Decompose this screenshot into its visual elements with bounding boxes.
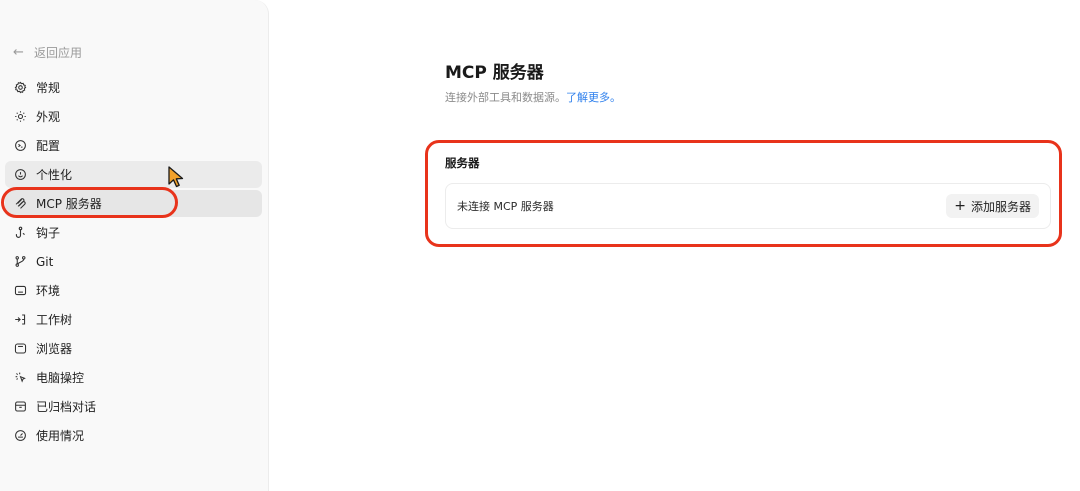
back-to-app-link[interactable]: ← 返回应用 [13, 43, 82, 61]
sidebar-item-label: 外观 [36, 110, 61, 124]
sidebar-item-label: 环境 [36, 284, 61, 298]
servers-card: 未连接 MCP 服务器 + 添加服务器 [445, 183, 1051, 229]
sidebar-item-general[interactable]: 常规 [5, 74, 262, 101]
page-subtitle: 连接外部工具和数据源。了解更多。 [445, 89, 621, 105]
sidebar-item-usage[interactable]: 使用情况 [5, 422, 262, 449]
sidebar-item-label: 个性化 [36, 168, 73, 182]
subtitle-text: 连接外部工具和数据源。 [445, 91, 566, 104]
mouse-cursor-icon [168, 166, 184, 188]
sidebar-item-label: 电脑操控 [36, 371, 85, 385]
sidebar-item-worktree[interactable]: 工作树 [5, 306, 262, 333]
main-content: MCP 服务器 连接外部工具和数据源。了解更多。 服务器 未连接 MCP 服务器… [270, 0, 1080, 491]
sidebar-item-environment[interactable]: 环境 [5, 277, 262, 304]
sidebar-item-label: 浏览器 [36, 342, 73, 356]
back-link-label: 返回应用 [34, 45, 83, 60]
browser-icon [13, 342, 27, 356]
hook-icon [13, 226, 27, 240]
sidebar-item-archived-chats[interactable]: 已归档对话 [5, 393, 262, 420]
gauge-icon [13, 429, 27, 443]
sidebar-item-hooks[interactable]: 钩子 [5, 219, 262, 246]
gear-icon [13, 81, 27, 95]
sun-icon [13, 110, 27, 124]
settings-sidebar: ← 返回应用 常规 外观 配置 个性化 MCP 服务器 钩子 Git 环境 工作… [0, 0, 269, 491]
cursor-sparkle-icon [13, 371, 27, 385]
sidebar-item-label: 工作树 [36, 313, 73, 327]
plus-icon: + [954, 198, 966, 214]
servers-section-title: 服务器 [445, 156, 480, 170]
sidebar-item-mcp-servers[interactable]: MCP 服务器 [5, 190, 262, 217]
arrow-left-icon: ← [13, 44, 24, 60]
sidebar-item-label: 配置 [36, 139, 61, 153]
personalize-icon [13, 168, 27, 182]
empty-state-text: 未连接 MCP 服务器 [457, 200, 554, 213]
add-server-button[interactable]: + 添加服务器 [946, 194, 1039, 218]
learn-more-link[interactable]: 了解更多。 [566, 91, 621, 104]
settings-window: ← 返回应用 常规 外观 配置 个性化 MCP 服务器 钩子 Git 环境 工作… [0, 0, 1080, 491]
terminal-window-icon [13, 284, 27, 298]
git-branch-icon [13, 255, 27, 269]
worktree-icon [13, 313, 27, 327]
sidebar-item-label: MCP 服务器 [36, 197, 102, 211]
add-server-label: 添加服务器 [970, 199, 1031, 214]
sidebar-item-personalization[interactable]: 个性化 [5, 161, 262, 188]
mcp-icon [13, 197, 27, 211]
sidebar-item-computer-use[interactable]: 电脑操控 [5, 364, 262, 391]
sidebar-item-appearance[interactable]: 外观 [5, 103, 262, 130]
sidebar-item-browser[interactable]: 浏览器 [5, 335, 262, 362]
settings-nav: 常规 外观 配置 个性化 MCP 服务器 钩子 Git 环境 工作树 浏览器 电… [5, 74, 262, 451]
sidebar-item-git[interactable]: Git [5, 248, 262, 275]
page-title: MCP 服务器 [445, 63, 544, 83]
sidebar-item-config[interactable]: 配置 [5, 132, 262, 159]
archive-icon [13, 400, 27, 414]
sidebar-item-label: 使用情况 [36, 429, 85, 443]
config-icon [13, 139, 27, 153]
sidebar-item-label: Git [36, 254, 54, 269]
sidebar-item-label: 钩子 [36, 226, 61, 240]
sidebar-item-label: 常规 [36, 81, 61, 95]
sidebar-item-label: 已归档对话 [36, 400, 97, 414]
